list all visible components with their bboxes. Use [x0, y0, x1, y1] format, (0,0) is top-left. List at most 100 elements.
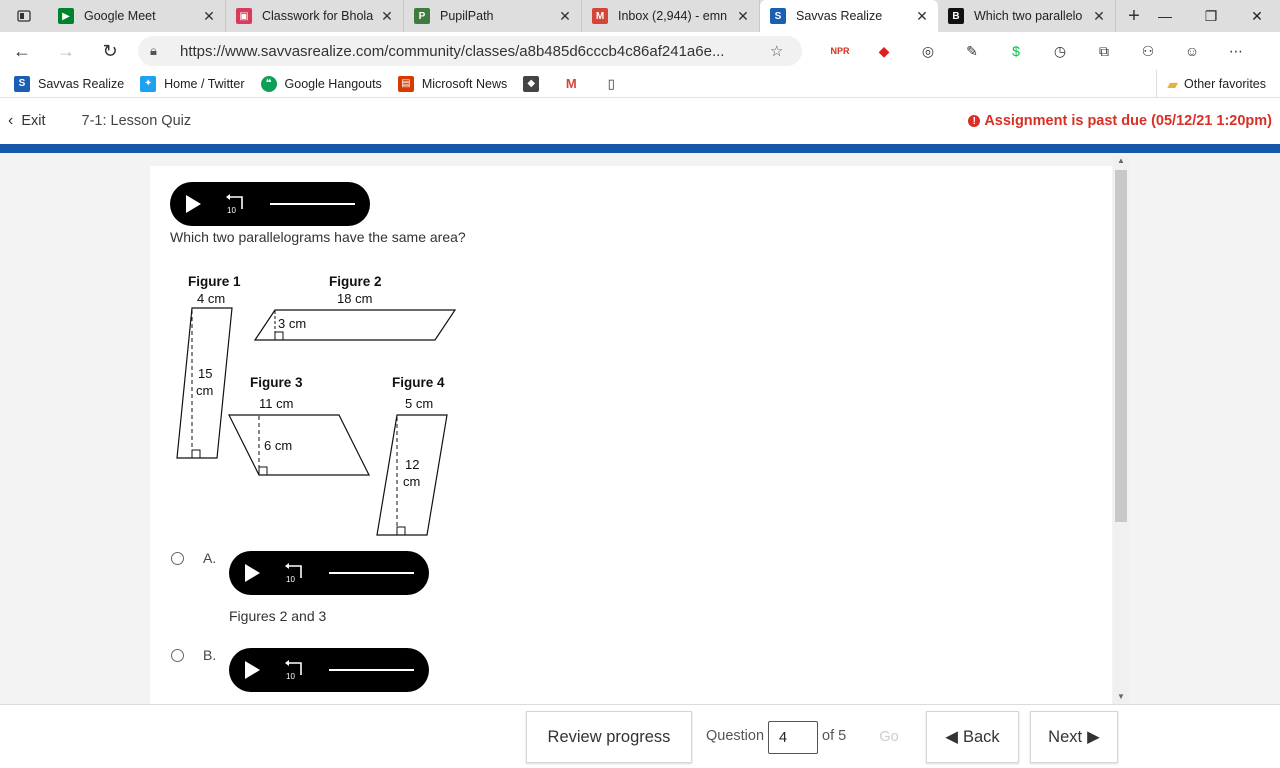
figure-2-title: Figure 2 [329, 274, 382, 289]
classroom-icon: ▣ [236, 8, 252, 24]
figure-4-title: Figure 4 [392, 375, 445, 390]
favorite-label: Home / Twitter [164, 76, 245, 91]
roblox-extension-icon[interactable]: ◆ [862, 43, 906, 60]
pin-extension-icon[interactable]: ✎ [950, 43, 994, 60]
figure-2-right-angle [274, 331, 284, 341]
close-tab-icon[interactable]: ✕ [379, 8, 395, 25]
figure-4-height-top: 12 [405, 457, 419, 472]
past-due-notice: ! Assignment is past due (05/12/21 1:20p… [968, 113, 1272, 129]
favorite-page[interactable]: ▯ [603, 75, 627, 92]
svg-text:10: 10 [227, 206, 236, 214]
audio-progress-track[interactable] [329, 669, 414, 671]
profile-sync-icon[interactable]: ⚇ [1126, 43, 1170, 60]
replay-10-icon[interactable]: 10 [283, 563, 307, 583]
quiz-header: ‹ Exit 7-1: Lesson Quiz ! Assignment is … [0, 98, 1280, 144]
browser-tab-brainly[interactable]: B Which two parallelo ✕ [938, 0, 1116, 32]
quiz-title: 7-1: Lesson Quiz [81, 113, 192, 129]
extension-icon[interactable]: ◎ [906, 43, 950, 60]
emoji-extension-icon[interactable]: ☺ [1170, 43, 1214, 59]
brainly-icon: B [948, 8, 964, 24]
question-label: Question [706, 728, 765, 744]
window-controls: — ❐ ✕ [1142, 0, 1280, 32]
roblox-icon: ◆ [523, 75, 540, 92]
back-button[interactable]: ◀ Back [926, 711, 1019, 763]
browser-tab-classwork[interactable]: ▣ Classwork for Bhola ✕ [226, 0, 404, 32]
collections-icon[interactable]: ⧉ [1082, 43, 1126, 60]
question-card: 10 Which two parallelograms have the sam… [150, 166, 1112, 704]
savvas-icon: S [14, 75, 30, 92]
scrollbar-thumb[interactable] [1115, 170, 1127, 522]
play-icon[interactable] [245, 661, 260, 679]
restore-icon[interactable]: ❐ [1188, 0, 1234, 32]
figure-4-right-angle [396, 526, 406, 536]
lock-icon: 🔒︎ [150, 43, 157, 58]
tab-title: Savvas Realize [796, 9, 883, 23]
favorite-twitter[interactable]: ✦ Home / Twitter [140, 75, 245, 92]
history-icon[interactable]: ◷ [1038, 43, 1082, 60]
npr-extension-icon[interactable]: NPR [818, 46, 862, 56]
favorite-label: Microsoft News [421, 76, 508, 91]
question-number-input[interactable] [768, 721, 818, 754]
close-tab-icon[interactable]: ✕ [914, 8, 930, 25]
figure-3-title: Figure 3 [250, 375, 303, 390]
header-accent-bar [0, 144, 1280, 153]
close-tab-icon[interactable]: ✕ [201, 8, 217, 25]
alert-icon: ! [968, 115, 981, 127]
option-a-letter: A. [203, 550, 217, 566]
favorites-bar: S Savvas Realize ✦ Home / Twitter ❝ Goog… [0, 70, 1280, 98]
minimize-icon[interactable]: — [1142, 0, 1188, 32]
play-icon[interactable] [245, 564, 260, 582]
browser-tab-savvas[interactable]: S Savvas Realize ✕ [760, 0, 938, 32]
option-b-radio[interactable] [171, 649, 184, 662]
audio-progress-track[interactable] [329, 572, 414, 574]
figure-1-title: Figure 1 [188, 274, 241, 289]
exit-label: Exit [21, 113, 46, 129]
tab-title: Which two parallelo [974, 9, 1083, 23]
back-arrow-icon[interactable]: ← [0, 32, 44, 70]
favorite-gmail[interactable]: M [563, 75, 587, 92]
svg-text:10: 10 [286, 672, 295, 680]
cash-extension-icon[interactable]: $ [994, 43, 1038, 59]
play-icon[interactable] [186, 195, 201, 213]
figure-4-height-bottom: cm [403, 474, 420, 489]
close-tab-icon[interactable]: ✕ [557, 8, 573, 25]
favorite-hangouts[interactable]: ❝ Google Hangouts [260, 75, 382, 92]
go-button[interactable]: Go [862, 711, 916, 763]
next-button[interactable]: Next ▶ [1030, 711, 1118, 763]
replay-10-icon[interactable]: 10 [224, 194, 248, 214]
content-scrollbar[interactable]: ▲ ▼ [1113, 156, 1129, 704]
favorite-label: Google Hangouts [284, 76, 382, 91]
savvas-icon: S [770, 8, 786, 24]
close-tab-icon[interactable]: ✕ [735, 8, 751, 25]
replay-10-icon[interactable]: 10 [283, 660, 307, 680]
close-tab-icon[interactable]: ✕ [1091, 8, 1107, 25]
option-a-audio-player: 10 [229, 551, 429, 595]
figure-1-height-top: 15 [198, 366, 212, 381]
browser-tab-google-meet[interactable]: ▶ Google Meet ✕ [48, 0, 226, 32]
past-due-text: Assignment is past due (05/12/21 1:20pm) [984, 113, 1272, 129]
review-progress-button[interactable]: Review progress [526, 711, 692, 763]
add-favorite-star-icon[interactable]: ☆ [770, 42, 790, 60]
scroll-up-icon[interactable]: ▲ [1113, 156, 1129, 168]
browser-tab-gmail[interactable]: M Inbox (2,944) - emn ✕ [582, 0, 760, 32]
pupilpath-icon: P [414, 8, 430, 24]
option-b-audio-player: 10 [229, 648, 429, 692]
refresh-icon[interactable]: ↻ [88, 32, 132, 70]
browser-tab-strip: ▶ Google Meet ✕ ▣ Classwork for Bhola ✕ … [0, 0, 1280, 32]
exit-button[interactable]: ‹ Exit [8, 112, 46, 130]
favorite-roblox[interactable]: ◆ [523, 75, 547, 92]
figure-2-height: 3 cm [278, 316, 306, 331]
question-audio-player: 10 [170, 182, 370, 226]
browser-tab-pupilpath[interactable]: P PupilPath ✕ [404, 0, 582, 32]
url-field[interactable]: 🔒︎ https://www.savvasrealize.com/communi… [138, 36, 802, 66]
favorite-savvas[interactable]: S Savvas Realize [14, 75, 124, 92]
close-window-icon[interactable]: ✕ [1234, 0, 1280, 32]
tab-actions-icon[interactable] [0, 0, 48, 32]
option-a-radio[interactable] [171, 552, 184, 565]
other-favorites[interactable]: ▰ Other favorites [1156, 70, 1266, 98]
scroll-down-icon[interactable]: ▼ [1113, 692, 1129, 704]
more-menu-icon[interactable]: ⋯ [1214, 43, 1258, 60]
favorite-msn[interactable]: ▤ Microsoft News [397, 75, 508, 92]
forward-arrow-icon[interactable]: → [44, 32, 88, 70]
audio-progress-track[interactable] [270, 203, 355, 205]
